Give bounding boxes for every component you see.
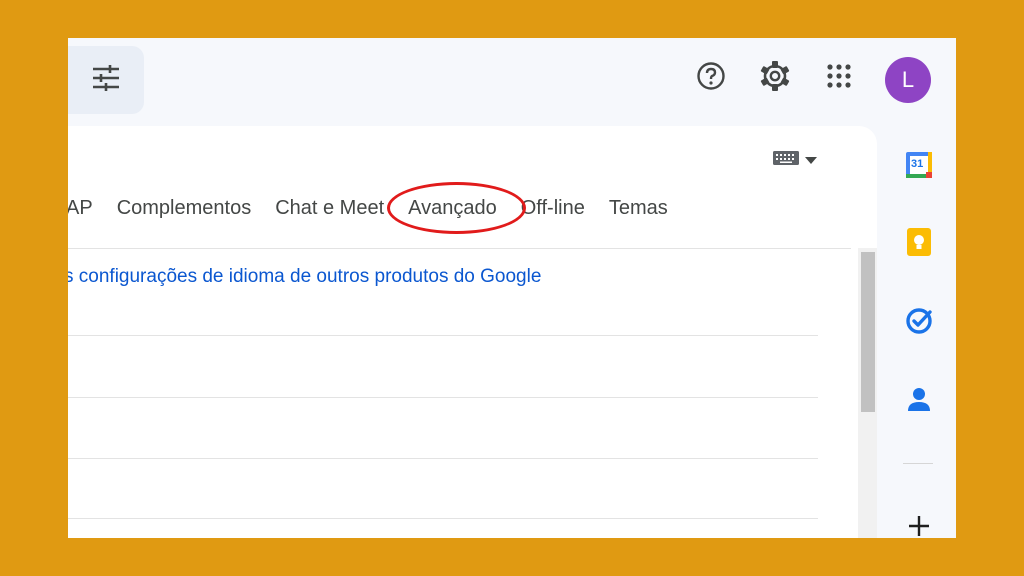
tab-avancado[interactable]: Avançado	[387, 182, 527, 234]
tasks-app-button[interactable]	[904, 307, 934, 340]
apps-grid-icon	[826, 63, 852, 94]
contacts-app-button[interactable]	[904, 387, 934, 417]
settings-tabs: AP Complementos Chat e Meet Avançado Off…	[68, 182, 692, 234]
keep-icon	[907, 227, 931, 261]
side-panel-divider	[903, 463, 933, 464]
keyboard-icon	[773, 151, 799, 170]
tab-complementos[interactable]: Complementos	[117, 197, 252, 220]
calendar-day: 31	[911, 158, 924, 170]
language-settings-link[interactable]: s configurações de idioma de outros prod…	[68, 266, 541, 288]
search-options-button[interactable]	[68, 46, 144, 114]
avatar-letter: L	[901, 67, 915, 92]
help-circle-icon	[696, 61, 726, 96]
tab-off-line[interactable]: Off-line	[521, 197, 585, 220]
gmail-settings-window: L AP Complementos Chat e Meet Avançado O…	[68, 38, 956, 538]
tab-avancado-label: Avançado	[408, 197, 497, 219]
settings-button[interactable]	[755, 58, 795, 98]
contacts-icon	[908, 387, 930, 418]
chevron-down-icon	[805, 152, 817, 170]
settings-panel: AP Complementos Chat e Meet Avançado Off…	[68, 126, 877, 538]
apps-button[interactable]	[819, 58, 859, 98]
keep-app-button[interactable]	[904, 227, 934, 261]
tabs-divider	[68, 248, 851, 249]
tab-temas[interactable]: Temas	[609, 197, 668, 220]
get-addons-button[interactable]	[904, 513, 934, 538]
tab-pop-imap[interactable]: AP	[68, 197, 93, 220]
row-divider	[68, 335, 818, 336]
tasks-icon	[905, 307, 933, 340]
row-divider	[68, 397, 818, 398]
help-button[interactable]	[691, 58, 731, 98]
plus-icon	[908, 515, 930, 539]
input-tools-toggle[interactable]	[773, 151, 817, 170]
calendar-icon: 31	[906, 152, 932, 178]
row-divider	[68, 518, 818, 519]
tab-chat-e-meet[interactable]: Chat e Meet	[275, 197, 384, 220]
gear-icon	[759, 60, 791, 97]
tune-icon	[91, 64, 121, 96]
row-divider	[68, 458, 818, 459]
account-avatar[interactable]: L	[885, 57, 931, 103]
calendar-app-button[interactable]: 31	[904, 150, 934, 180]
scrollbar-thumb[interactable]	[861, 252, 875, 412]
